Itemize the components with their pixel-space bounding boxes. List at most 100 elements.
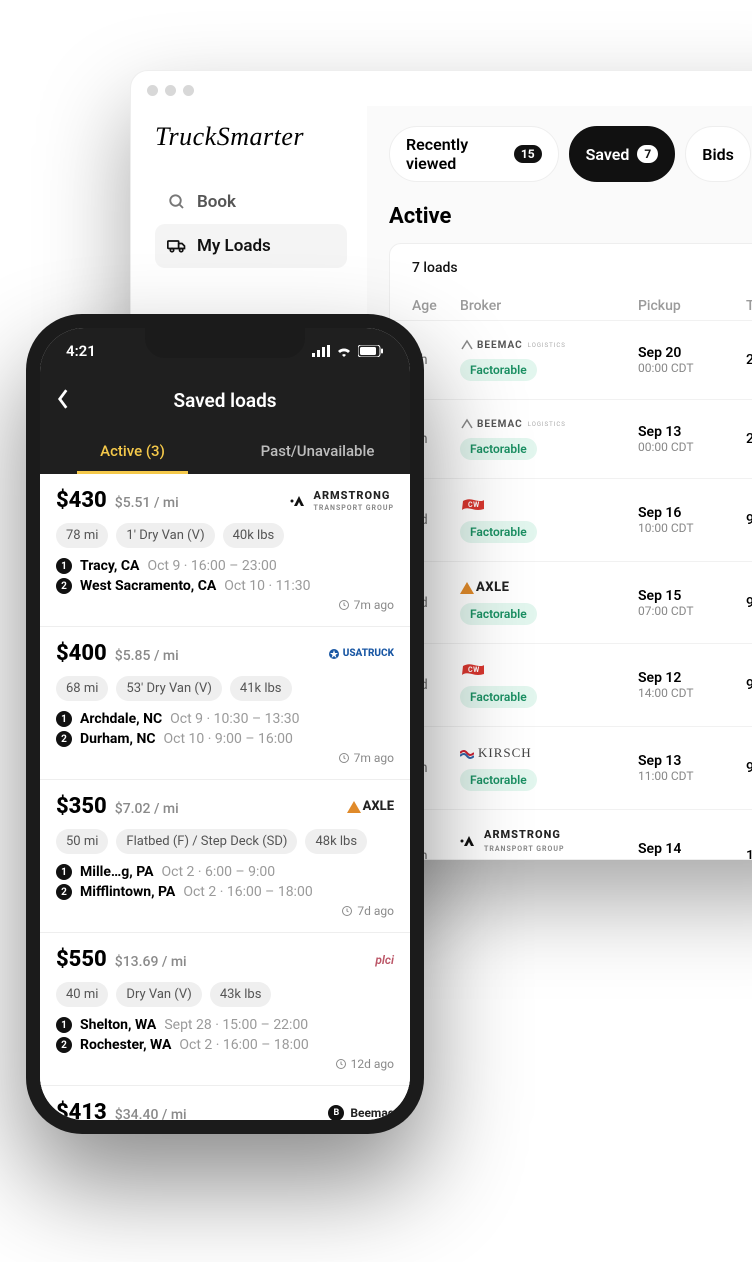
signal-icon <box>312 345 330 357</box>
chip-row: 50 miFlatbed (F) / Step Deck (SD)48k lbs <box>56 829 394 854</box>
traffic-close-icon[interactable] <box>147 85 158 96</box>
stop-row: 2Rochester, WAOct 2 · 16:00 – 18:00 <box>56 1037 394 1053</box>
cell-broker: BEEMACLOGISTICS Factorable <box>460 418 630 460</box>
table-row[interactable]: 1hBEEMACLOGISTICSFactorableSep 2000:00 C… <box>390 320 752 399</box>
tab-saved[interactable]: Saved 7 <box>569 126 676 182</box>
stop-city: Rochester, WA <box>80 1037 171 1053</box>
traffic-min-icon[interactable] <box>165 85 176 96</box>
cell-trip: 238 mi <box>746 352 752 368</box>
broker-logo: KIRSCH <box>460 745 630 761</box>
cell-broker: ARMSTRONGTRANSPORT GROUPFactorable <box>460 828 630 860</box>
table-row[interactable]: 1hARMSTRONGTRANSPORT GROUPFactorableSep … <box>390 809 752 860</box>
battery-icon <box>358 345 384 357</box>
load-card[interactable]: $430 $5.51 / mi ARMSTRONGTRANSPORT GROUP 78… <box>40 474 410 627</box>
stop-time: Oct 2 · 16:00 – 18:00 <box>183 884 312 900</box>
carrier-logo: plci <box>375 953 394 967</box>
section-title: Active <box>389 204 752 229</box>
wifi-icon <box>336 345 352 357</box>
factorable-badge: Factorable <box>460 359 537 381</box>
tab-label: Saved <box>586 145 630 164</box>
factorable-badge: Factorable <box>460 769 537 791</box>
chip-row: 68 mi53' Dry Van (V)41k lbs <box>56 676 394 701</box>
nav-book-label: Book <box>197 192 236 212</box>
broker-logo: ARMSTRONGTRANSPORT GROUP <box>460 828 630 854</box>
price: $430 <box>56 488 107 513</box>
chip-row: 78 mi1' Dry Van (V)40k lbs <box>56 523 394 548</box>
price: $413 <box>56 1100 107 1120</box>
chip: Dry Van (V) <box>116 982 201 1007</box>
factorable-badge: Factorable <box>460 438 537 460</box>
traffic-max-icon[interactable] <box>183 85 194 96</box>
table-row[interactable]: 2dCWFactorableSep 1610:00 CDT931 mi <box>390 478 752 561</box>
stop-city: West Sacramento, CA <box>80 578 216 594</box>
col-trip: Trip <box>746 298 752 314</box>
nav-my-loads[interactable]: My Loads <box>155 224 347 268</box>
cell-pickup: Sep 1311:00 CDT <box>638 753 738 783</box>
rate-per-mile: $7.02 / mi <box>115 801 179 817</box>
posted-time: 7m ago <box>338 598 394 612</box>
rate-per-mile: $5.51 / mi <box>115 495 179 511</box>
rate-per-mile: $34.40 / mi <box>115 1107 187 1120</box>
stop-time: Oct 10 · 9:00 – 16:00 <box>164 731 293 747</box>
tab-recently-viewed[interactable]: Recently viewed 15 <box>389 126 559 182</box>
stop-number-icon: 2 <box>56 884 72 900</box>
clock-icon <box>341 905 353 917</box>
loads-table: 7 loads Age Broker Pickup Trip 1hBEEMACL… <box>389 243 752 860</box>
chip: Flatbed (F) / Step Deck (SD) <box>116 829 297 854</box>
stop-time: Oct 9 · 10:30 – 13:30 <box>170 711 299 727</box>
tab-bids[interactable]: Bids <box>685 126 751 182</box>
cell-trip: 926 mi <box>746 677 752 693</box>
truck-icon <box>167 236 187 256</box>
traffic-lights <box>131 71 752 106</box>
posted-time: 7m ago <box>338 751 394 765</box>
cell-trip: 937 mi <box>746 760 752 776</box>
cell-broker: BEEMACLOGISTICS Factorable <box>460 339 630 381</box>
cell-pickup: Sep 1300:00 CDT <box>638 424 738 454</box>
table-row[interactable]: 1hKIRSCHFactorableSep 1311:00 CDT937 mi <box>390 726 752 809</box>
page-title: Saved loads <box>173 389 276 412</box>
stop-city: Durham, NC <box>80 731 156 747</box>
stop-number-icon: 2 <box>56 1037 72 1053</box>
table-row[interactable]: 1hBEEMACLOGISTICSFactorableSep 1300:00 C… <box>390 399 752 478</box>
cell-trip: 1,749 mi <box>746 848 752 860</box>
load-card[interactable]: $413$34.40 / miBBeemac12 mi53' Reefer42k… <box>40 1086 410 1120</box>
cell-pickup: Sep 2000:00 CDT <box>638 345 738 375</box>
col-age: Age <box>412 298 452 314</box>
cell-pickup: Sep 1507:00 CDT <box>638 588 738 618</box>
stop-number-icon: 1 <box>56 558 72 574</box>
table-row[interactable]: 5dCWFactorableSep 1214:00 CDT926 mi <box>390 643 752 726</box>
carrier-logo: AXLE <box>347 799 394 814</box>
carrier-logo: ARMSTRONGTRANSPORT GROUP <box>290 489 395 513</box>
broker-logo: BEEMACLOGISTICS <box>460 339 630 351</box>
cell-pickup: Sep 1415:00 CDT <box>638 841 738 860</box>
broker-logo: BEEMACLOGISTICS <box>460 418 630 430</box>
phone-header: Saved loads Active (3) Past/Unavailable <box>40 374 410 474</box>
nav-book[interactable]: Book <box>155 180 347 224</box>
tab-label: Recently viewed <box>406 135 506 173</box>
status-clock: 4:21 <box>66 342 96 360</box>
factorable-badge: Factorable <box>460 521 537 543</box>
chip: 40 mi <box>56 982 108 1007</box>
table-row[interactable]: 3dAXLEFactorableSep 1507:00 CDT944 mi <box>390 561 752 643</box>
cell-pickup: Sep 1214:00 CDT <box>638 670 738 700</box>
stop-city: Mifflintown, PA <box>80 884 175 900</box>
load-card[interactable]: $550$13.69 / miplci40 miDry Van (V)43k l… <box>40 933 410 1086</box>
tab-label: Bids <box>702 145 734 164</box>
tab-active[interactable]: Active (3) <box>40 430 225 474</box>
back-button[interactable] <box>56 388 70 410</box>
cards-list[interactable]: $430 $5.51 / mi ARMSTRONGTRANSPORT GROUP 78… <box>40 474 410 1120</box>
load-card[interactable]: $400$5.85 / miUSATRUCK68 mi53' Dry Van (… <box>40 627 410 780</box>
load-card[interactable]: $350$7.02 / miAXLE50 miFlatbed (F) / Ste… <box>40 780 410 933</box>
chip: 78 mi <box>56 523 108 548</box>
search-icon <box>167 192 187 212</box>
tab-past[interactable]: Past/Unavailable <box>225 430 410 474</box>
rate-per-mile: $13.69 / mi <box>115 954 187 970</box>
nav-my-loads-label: My Loads <box>197 236 271 256</box>
cell-trip: 238 mi <box>746 431 752 447</box>
cell-trip: 944 mi <box>746 595 752 611</box>
price: $400 <box>56 641 107 666</box>
stop-number-icon: 1 <box>56 1017 72 1033</box>
col-pickup: Pickup <box>638 298 738 314</box>
factorable-badge: Factorable <box>460 603 537 625</box>
stop-row: 1Shelton, WASept 28 · 15:00 – 22:00 <box>56 1017 394 1033</box>
